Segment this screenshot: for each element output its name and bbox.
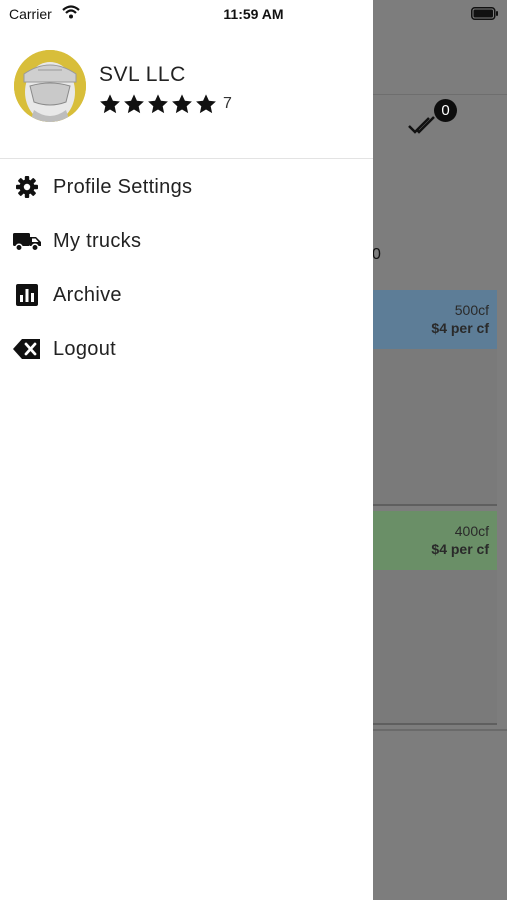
avatar[interactable] <box>14 50 86 122</box>
status-bar: Carrier 11:59 AM <box>0 0 507 28</box>
side-drawer: SVL LLC 7 Profile Settings My trucks Arc… <box>0 0 373 900</box>
card-price: $4 per cf <box>431 320 489 336</box>
gear-icon <box>16 176 38 198</box>
star-icon <box>196 94 216 114</box>
card-volume: 400cf <box>454 523 489 539</box>
card-price: $4 per cf <box>431 541 489 557</box>
menu-item-label: Archive <box>53 284 122 306</box>
background-bottom-divider <box>372 729 507 731</box>
star-icon <box>148 94 168 114</box>
menu-item-my-trucks[interactable]: My trucks <box>0 214 373 268</box>
notification-badge[interactable]: 0 <box>434 99 457 122</box>
menu-item-profile-settings[interactable]: Profile Settings <box>0 160 373 214</box>
rating-count: 7 <box>223 95 232 112</box>
avatar-image <box>14 50 86 122</box>
double-check-icon <box>408 116 435 134</box>
backspace-icon <box>13 339 40 359</box>
background-card-1[interactable]: 500cf $4 per cf <box>372 290 497 506</box>
truck-icon <box>13 233 41 252</box>
menu-item-label: Logout <box>53 338 116 360</box>
background-card-2[interactable]: 400cf $4 per cf <box>372 511 497 725</box>
battery-icon <box>471 7 498 20</box>
star-icon <box>100 94 120 114</box>
star-icon <box>172 94 192 114</box>
chart-icon <box>16 284 38 306</box>
company-name: SVL LLC <box>99 63 186 86</box>
rating-stars: 7 <box>99 93 232 115</box>
star-icon <box>124 94 144 114</box>
card-volume: 500cf <box>454 302 489 318</box>
drawer-menu: Profile Settings My trucks Archive Logou… <box>0 160 373 376</box>
status-time: 11:59 AM <box>223 6 284 22</box>
menu-item-label: Profile Settings <box>53 176 193 198</box>
background-header-divider <box>372 94 507 95</box>
menu-item-archive[interactable]: Archive <box>0 268 373 322</box>
background-partial-text: 0 <box>372 246 381 263</box>
menu-item-label: My trucks <box>53 230 142 252</box>
profile-header[interactable]: SVL LLC 7 <box>0 28 373 159</box>
menu-item-logout[interactable]: Logout <box>0 322 373 376</box>
